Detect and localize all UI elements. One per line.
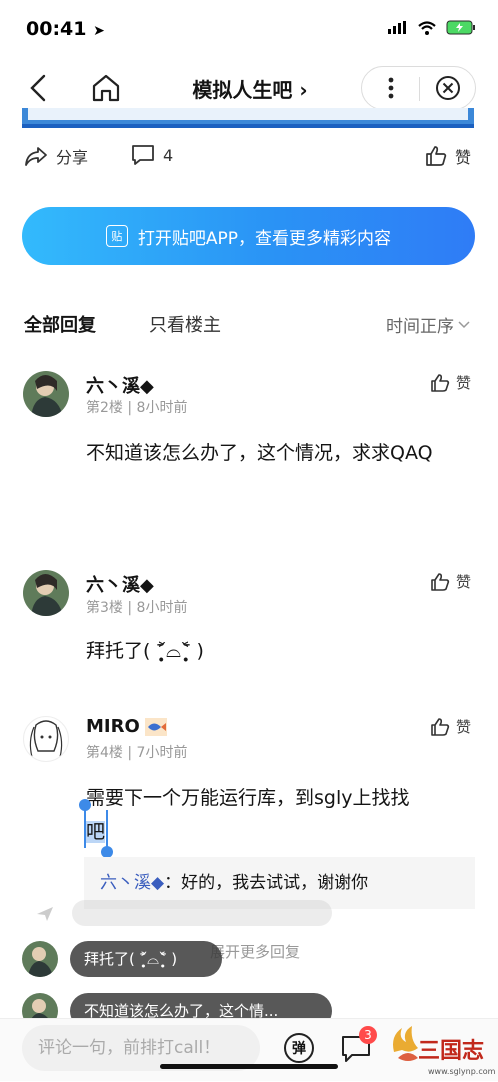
like-label: 赞	[455, 148, 472, 167]
avatar-image	[23, 371, 69, 417]
avatar[interactable]	[23, 716, 69, 762]
share-label: 分享	[56, 148, 89, 167]
reply-content: 需要下一个万能运行库，到sgly上找找 吧	[86, 781, 476, 849]
danmaku-bubble[interactable]: 拜托了( ˃̣̣̥᷄⌓˂̣̣̥᷅ )	[70, 941, 222, 977]
close-icon	[436, 76, 460, 100]
watermark-logo: 三国志 www.sglynp.com	[388, 1018, 496, 1078]
tab-op-only[interactable]: 只看楼主	[149, 311, 221, 337]
battery-icon	[446, 20, 475, 35]
status-time: 00:41 ➤	[26, 18, 105, 40]
reply-meta: 第4楼 | 7小时前	[86, 745, 188, 761]
fish-emoji-icon	[144, 717, 167, 736]
reply-like-button[interactable]: 赞	[430, 571, 471, 592]
send-icon	[36, 906, 54, 926]
reply-like-button[interactable]: 赞	[430, 716, 471, 737]
danmaku-ghost-bubble	[72, 900, 332, 926]
page-title[interactable]: 模拟人生吧 ›	[150, 74, 350, 103]
home-indicator	[160, 1064, 338, 1069]
selection-handle-end[interactable]	[106, 810, 108, 848]
reply-content: 拜托了( ˃̣̣̥᷄⌓˂̣̣̥᷅ )	[86, 640, 204, 662]
home-icon	[92, 74, 120, 102]
status-icons	[388, 20, 476, 35]
open-app-banner[interactable]: 贴 打开贴吧APP，查看更多精彩内容	[22, 207, 475, 265]
sort-label: 时间正序	[386, 317, 454, 337]
banner-text: 打开贴吧APP，查看更多精彩内容	[137, 228, 392, 249]
reply-content-line: 需要下一个万能运行库，到sgly上找找	[86, 787, 410, 809]
reply-content: 不知道该怎么办了，这个情况，求求QAQ	[86, 442, 433, 464]
thumbs-up-icon	[431, 373, 450, 392]
avatar[interactable]	[23, 371, 69, 417]
wifi-icon	[418, 20, 436, 35]
reply-meta: 第3楼 | 8小时前	[86, 600, 188, 616]
selection-knob-start[interactable]	[79, 799, 91, 811]
reply-author[interactable]: 六丶溪◆	[86, 372, 154, 398]
reply-author-row[interactable]: MIRO	[86, 716, 168, 737]
avatar-image	[23, 570, 69, 616]
selected-text[interactable]: 吧	[86, 821, 106, 843]
thumbs-up-icon	[431, 717, 450, 736]
home-button[interactable]	[88, 70, 124, 106]
tab-all-replies[interactable]: 全部回复	[24, 311, 96, 337]
danmaku-toggle-button[interactable]: 弹	[284, 1033, 314, 1063]
more-replies-link[interactable]: 展开更多回复	[210, 941, 300, 962]
post-like-button[interactable]: 赞	[425, 144, 471, 168]
reply-like-button[interactable]: 赞	[430, 372, 471, 393]
more-button[interactable]	[362, 67, 419, 109]
comment-count-button[interactable]: 4	[131, 144, 173, 166]
back-button[interactable]	[24, 70, 54, 106]
avatar-image	[29, 720, 63, 758]
selection-handle-start[interactable]	[84, 808, 86, 848]
sub-reply-text: ：好的，我去试试，谢谢你	[164, 873, 369, 893]
reply-meta: 第2楼 | 8小时前	[86, 400, 188, 416]
chevron-down-icon	[458, 320, 470, 328]
comment-badge: 3	[359, 1026, 377, 1044]
svg-text:www.sglynp.com: www.sglynp.com	[428, 1067, 496, 1076]
sort-dropdown[interactable]: 时间正序	[386, 312, 470, 337]
more-dots-icon	[388, 77, 393, 99]
mini-program-capsule	[361, 66, 476, 110]
avatar[interactable]	[23, 570, 69, 616]
svg-text:三国志: 三国志	[418, 1038, 484, 1064]
comment-count: 4	[163, 145, 174, 165]
close-button[interactable]	[420, 67, 476, 109]
post-image[interactable]	[22, 108, 474, 128]
tieba-icon: 贴	[105, 225, 128, 247]
share-icon	[25, 147, 47, 166]
reply-author: MIRO	[86, 716, 140, 737]
thumbs-up-icon	[426, 146, 447, 166]
thumbs-up-icon	[431, 572, 450, 591]
reply-author[interactable]: 六丶溪◆	[86, 571, 154, 597]
signal-icon	[388, 21, 406, 34]
danmaku-avatar	[22, 941, 58, 977]
chevron-left-icon	[30, 74, 46, 102]
comment-icon	[132, 145, 154, 165]
sub-reply-author[interactable]: 六丶溪◆	[100, 873, 164, 893]
share-button[interactable]: 分享	[24, 144, 88, 168]
